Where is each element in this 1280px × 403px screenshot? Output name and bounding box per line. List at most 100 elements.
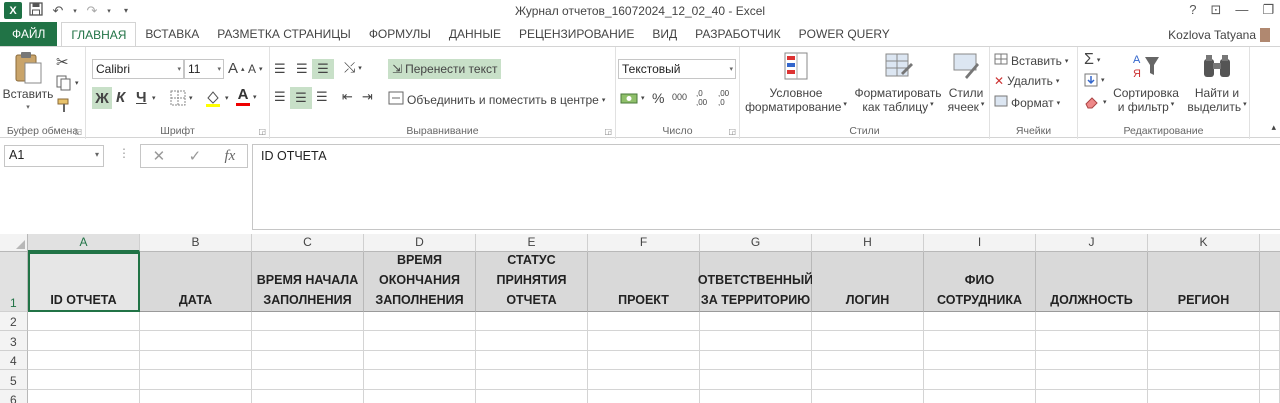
fill-color-icon[interactable]: ▾ xyxy=(204,89,229,107)
cell-d3[interactable] xyxy=(364,331,476,351)
column-header-j[interactable]: J xyxy=(1036,234,1148,252)
cell-b4[interactable] xyxy=(140,351,252,370)
cell-g1[interactable]: ОТВЕТСТВЕННЫЙ ЗА ТЕРРИТОРИЮ xyxy=(698,252,813,312)
column-header-a[interactable]: A xyxy=(28,234,140,252)
insert-cells-button[interactable]: Вставить ▾ xyxy=(994,53,1068,68)
decrease-indent-icon[interactable]: ⇤ xyxy=(342,89,353,105)
cell-k1[interactable]: РЕГИОН xyxy=(1148,252,1260,312)
align-bottom-icon[interactable]: ☰ xyxy=(312,59,334,79)
row-header-2[interactable]: 2 xyxy=(0,312,28,331)
cell-c1[interactable]: ВРЕМЯ НАЧАЛА ЗАПОЛНЕНИЯ xyxy=(252,252,364,312)
cell-f2[interactable] xyxy=(588,312,700,331)
row-header-4[interactable]: 4 xyxy=(0,351,28,370)
clipboard-launcher-icon[interactable]: ◲ xyxy=(74,127,82,136)
cell-d1[interactable]: ВРЕМЯ ОКОНЧАНИЯ ЗАПОЛНЕНИЯ xyxy=(364,252,476,312)
tab-formulas[interactable]: ФОРМУЛЫ xyxy=(360,22,440,46)
italic-button[interactable]: К xyxy=(116,89,125,106)
cell-l3[interactable] xyxy=(1260,331,1280,351)
wrap-text-button[interactable]: ⇲ Перенести текст xyxy=(388,59,502,79)
number-launcher-icon[interactable]: ◲ xyxy=(728,127,736,136)
cell-b6[interactable] xyxy=(140,390,252,403)
cell-h5[interactable] xyxy=(812,370,924,390)
cell-j5[interactable] xyxy=(1036,370,1148,390)
cell-f3[interactable] xyxy=(588,331,700,351)
cell-f5[interactable] xyxy=(588,370,700,390)
cell-styles-button[interactable]: Стили ячеек ▾ xyxy=(944,51,988,114)
cell-i5[interactable] xyxy=(924,370,1036,390)
cell-e4[interactable] xyxy=(476,351,588,370)
percent-button[interactable]: % xyxy=(652,90,664,106)
cell-d2[interactable] xyxy=(364,312,476,331)
cell-k4[interactable] xyxy=(1148,351,1260,370)
underline-dropdown-icon[interactable]: ▾ xyxy=(152,94,156,102)
tab-insert[interactable]: ВСТАВКА xyxy=(136,22,208,46)
sort-filter-button[interactable]: AЯ Сортировка и фильтр ▾ xyxy=(1110,51,1182,114)
find-select-button[interactable]: Найти и выделить ▾ xyxy=(1186,51,1248,114)
decrease-decimal-button[interactable]: ,00 ,0 xyxy=(718,89,729,107)
cell-l6[interactable] xyxy=(1260,390,1280,403)
tab-view[interactable]: ВИД xyxy=(643,22,686,46)
font-name-select[interactable]: Calibri ▾ xyxy=(92,59,184,79)
alignment-launcher-icon[interactable]: ◲ xyxy=(604,127,612,136)
cell-b3[interactable] xyxy=(140,331,252,351)
cell-g4[interactable] xyxy=(700,351,812,370)
enter-icon[interactable]: ✓ xyxy=(189,147,202,165)
cell-c6[interactable] xyxy=(252,390,364,403)
cell-j4[interactable] xyxy=(1036,351,1148,370)
collapse-ribbon-icon[interactable]: ▴ xyxy=(1271,122,1276,133)
row-header-6[interactable]: 6 xyxy=(0,390,28,403)
cell-a4[interactable] xyxy=(28,351,140,370)
thousands-separator-button[interactable]: 000 xyxy=(672,92,687,102)
conditional-formatting-button[interactable]: Условное форматирование ▾ xyxy=(744,51,848,114)
cell-i2[interactable] xyxy=(924,312,1036,331)
cell-l2[interactable] xyxy=(1260,312,1280,331)
increase-indent-icon[interactable]: ⇥ xyxy=(362,89,373,105)
cell-d5[interactable] xyxy=(364,370,476,390)
column-header-c[interactable]: C xyxy=(252,234,364,252)
format-painter-icon[interactable] xyxy=(56,97,72,113)
row-header-5[interactable]: 5 xyxy=(0,370,28,390)
cell-e6[interactable] xyxy=(476,390,588,403)
align-middle-icon[interactable]: ☰ xyxy=(296,61,308,77)
tab-data[interactable]: ДАННЫЕ xyxy=(440,22,510,46)
formula-bar-splitter[interactable]: ⋮ xyxy=(118,146,130,160)
cell-c3[interactable] xyxy=(252,331,364,351)
align-center-icon[interactable]: ☰ xyxy=(290,87,312,109)
column-header-b[interactable]: B xyxy=(140,234,252,252)
cell-j2[interactable] xyxy=(1036,312,1148,331)
cell-e1[interactable]: СТАТУС ПРИНЯТИЯ ОТЧЕТА xyxy=(476,252,588,312)
cell-h2[interactable] xyxy=(812,312,924,331)
fill-icon[interactable]: ▾ xyxy=(1084,73,1105,87)
number-format-select[interactable]: Текстовый ▾ xyxy=(618,59,736,79)
cell-h1[interactable]: ЛОГИН xyxy=(812,252,924,312)
cell-k5[interactable] xyxy=(1148,370,1260,390)
cell-j6[interactable] xyxy=(1036,390,1148,403)
cell-k2[interactable] xyxy=(1148,312,1260,331)
borders-icon[interactable]: ▾ xyxy=(170,90,193,106)
worksheet-grid[interactable]: A B C D E F G H I J K 1 2 3 4 5 6 ID ОТЧ… xyxy=(0,234,1280,403)
column-header-g[interactable]: G xyxy=(700,234,812,252)
column-header-partial[interactable] xyxy=(1260,234,1280,252)
tab-page-layout[interactable]: РАЗМЕТКА СТРАНИЦЫ xyxy=(208,22,360,46)
shrink-font-button[interactable]: A ▾ xyxy=(248,62,263,76)
tab-file[interactable]: ФАЙЛ xyxy=(0,22,58,46)
cell-g5[interactable] xyxy=(700,370,812,390)
bold-button[interactable]: Ж xyxy=(92,87,112,109)
cell-g2[interactable] xyxy=(700,312,812,331)
tab-review[interactable]: РЕЦЕНЗИРОВАНИЕ xyxy=(510,22,643,46)
align-left-icon[interactable]: ☰ xyxy=(274,89,286,105)
paste-button[interactable]: Вставить ▾ xyxy=(3,51,53,111)
select-all-button[interactable] xyxy=(0,234,28,252)
cell-h6[interactable] xyxy=(812,390,924,403)
cell-l4[interactable] xyxy=(1260,351,1280,370)
copy-icon[interactable]: ▾ xyxy=(56,75,79,91)
delete-cells-button[interactable]: ✕ Удалить ▾ xyxy=(994,74,1059,88)
cell-l5[interactable] xyxy=(1260,370,1280,390)
cell-d6[interactable] xyxy=(364,390,476,403)
cell-b5[interactable] xyxy=(140,370,252,390)
align-right-icon[interactable]: ☰ xyxy=(316,89,328,105)
format-as-table-button[interactable]: Форматировать как таблицу ▾ xyxy=(852,51,944,114)
cell-d4[interactable] xyxy=(364,351,476,370)
cell-c5[interactable] xyxy=(252,370,364,390)
cell-c4[interactable] xyxy=(252,351,364,370)
